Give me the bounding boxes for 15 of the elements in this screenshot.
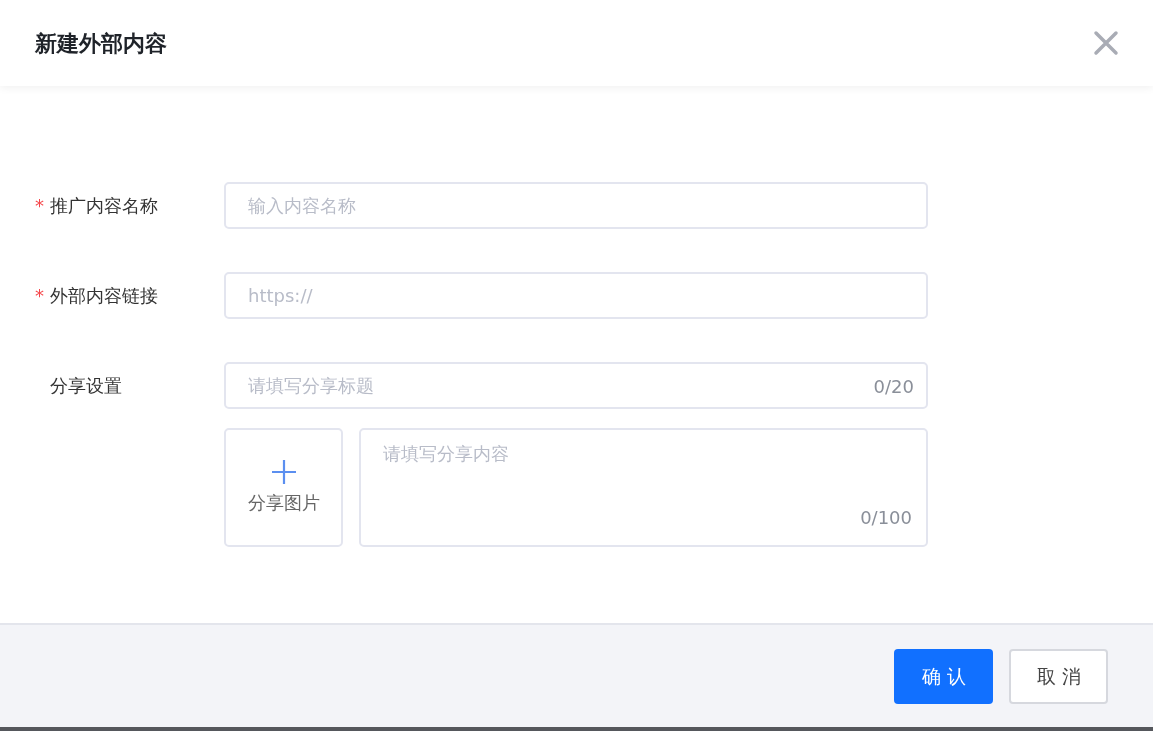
character-counter: 0/100 [860, 506, 912, 530]
field-label: 推广内容名称 [50, 193, 158, 218]
required-mark: * [35, 193, 45, 218]
image-upload-button[interactable]: 分享图片 [224, 428, 343, 547]
field-label: 外部内容链接 [50, 283, 158, 308]
character-counter: 0/20 [873, 374, 914, 399]
field-label: 分享设置 [50, 373, 122, 398]
cancel-button[interactable]: 取消 [1009, 648, 1108, 704]
required-mark: * [35, 283, 45, 308]
input-field[interactable]: https:// [224, 271, 928, 319]
confirm-button[interactable]: 确认 [894, 648, 993, 704]
close-icon[interactable] [1093, 30, 1119, 56]
dialog-title: 新建外部内容 [35, 29, 167, 58]
plus-icon [270, 459, 297, 485]
input-field[interactable]: 输入内容名称 [224, 181, 928, 229]
